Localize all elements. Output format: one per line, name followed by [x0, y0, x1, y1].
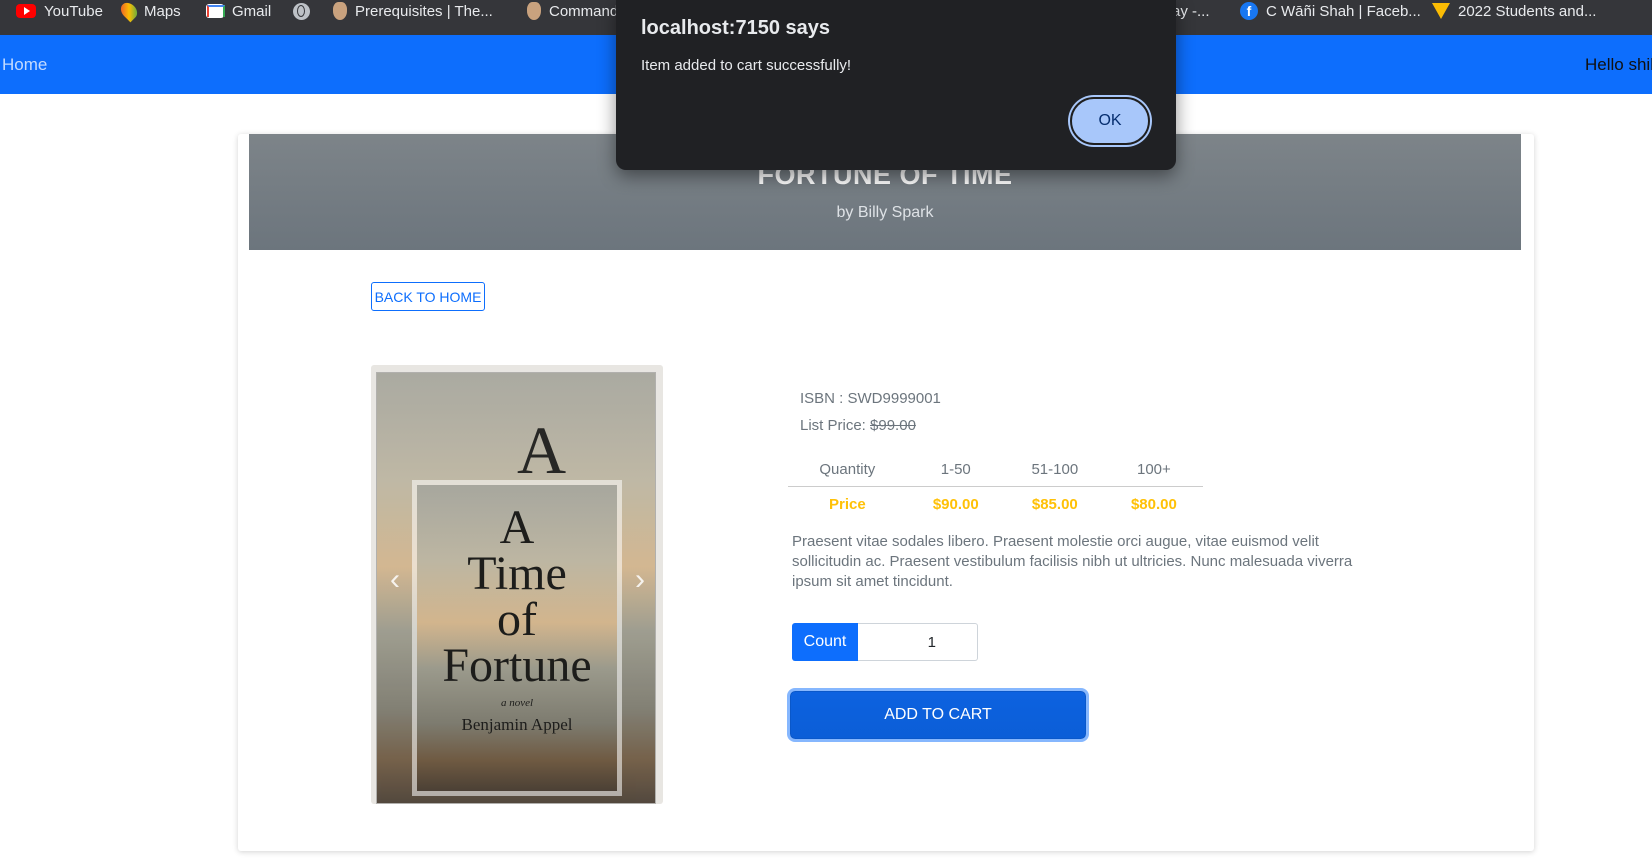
bookmark-label: YouTube — [44, 2, 103, 20]
cover-subtitle: a novel — [500, 697, 534, 709]
count-input-group: Count — [792, 623, 978, 661]
product-card: Fortune of Time by Billy Spark Back to H… — [238, 134, 1534, 851]
bookmark-label: C Wāñi Shah | Faceb... — [1266, 2, 1421, 20]
alert-message: Item added to cart successfully! — [641, 57, 852, 74]
back-to-home-button[interactable]: Back to Home — [371, 282, 485, 311]
gmail-icon — [206, 4, 225, 18]
youtube-icon — [16, 4, 36, 18]
bookmark-label: Gmail — [232, 2, 272, 20]
bookmark-globe[interactable] — [293, 0, 310, 22]
bookmark-label: ay -... — [1172, 2, 1210, 20]
cover-title: A Time of Fortune — [417, 485, 617, 692]
cover-letter: A — [517, 412, 567, 488]
facebook-icon: f — [1240, 2, 1258, 20]
cover-title-line: Time — [467, 547, 567, 600]
bookmark-partial[interactable]: ay -... — [1172, 0, 1210, 22]
add-to-cart-button[interactable]: Add to Cart — [790, 691, 1086, 739]
rainbow-icon — [1432, 3, 1450, 19]
list-price: List Price: $99.00 — [800, 417, 916, 434]
count-label: Count — [792, 623, 858, 661]
bookmark-youtube[interactable]: YouTube — [16, 0, 103, 22]
maps-icon — [117, 0, 141, 23]
bookmark-label: Command — [549, 2, 619, 20]
bookmark-maps[interactable]: Maps — [117, 0, 181, 23]
nav-home-link[interactable]: Home — [2, 55, 47, 75]
bookmark-prerequisites[interactable]: Prerequisites | The... — [333, 0, 493, 22]
alert-dialog: localhost:7150 says Item added to cart s… — [616, 0, 1176, 170]
table-header-cell: 51-100 — [1004, 452, 1105, 487]
bookmark-gmail[interactable]: Gmail — [206, 0, 271, 22]
deer-icon — [333, 2, 347, 20]
product-description: Praesent vitae sodales libero. Praesent … — [792, 533, 1353, 590]
ok-button[interactable]: OK — [1070, 97, 1150, 145]
isbn-text: ISBN : SWD9999001 — [800, 390, 941, 407]
price-table-price-row: Price $90.00 $85.00 $80.00 — [788, 487, 1203, 522]
list-price-label: List Price: — [800, 417, 866, 434]
image-carousel: A A Time of Fortune a novel Benjamin App… — [371, 365, 663, 804]
list-price-value: $99.00 — [870, 417, 916, 434]
price-table: Quantity 1-50 51-100 100+ Price $90.00 $… — [788, 452, 1203, 521]
carousel-prev-icon[interactable]: ‹ — [387, 565, 403, 595]
bookmark-students[interactable]: 2022 Students and... — [1432, 0, 1596, 22]
book-cover-image: A Time of Fortune a novel Benjamin Appel — [417, 485, 617, 791]
table-header-cell: Quantity — [788, 452, 907, 487]
table-cell: $90.00 — [932, 495, 979, 513]
price-table-header-row: Quantity 1-50 51-100 100+ — [788, 452, 1203, 487]
bookmark-facebook[interactable]: f C Wāñi Shah | Faceb... — [1240, 0, 1421, 22]
bookmark-command[interactable]: Command — [527, 0, 618, 22]
bookmark-label: Maps — [144, 2, 181, 20]
carousel-next-icon[interactable]: › — [632, 565, 648, 595]
table-header-cell: 100+ — [1104, 452, 1203, 487]
cover-title-line: Fortune — [442, 639, 592, 692]
alert-title: localhost:7150 says — [641, 17, 830, 39]
cover-author: Benjamin Appel — [461, 715, 573, 734]
table-header-cell: 1-50 — [906, 452, 1005, 487]
cover-title-line: A — [499, 501, 535, 554]
globe-icon — [293, 2, 310, 20]
bookmark-label: Prerequisites | The... — [355, 2, 493, 20]
bookmark-label: 2022 Students and... — [1458, 2, 1597, 20]
book-author: by Billy Spark — [836, 204, 934, 221]
table-cell: Price — [828, 495, 866, 513]
table-cell: $85.00 — [1031, 495, 1078, 513]
count-input[interactable] — [858, 623, 978, 661]
user-greeting: Hello shib — [1585, 55, 1652, 74]
deer-icon — [527, 2, 541, 20]
table-cell: $80.00 — [1130, 495, 1177, 513]
cover-title-line: of — [497, 593, 537, 646]
